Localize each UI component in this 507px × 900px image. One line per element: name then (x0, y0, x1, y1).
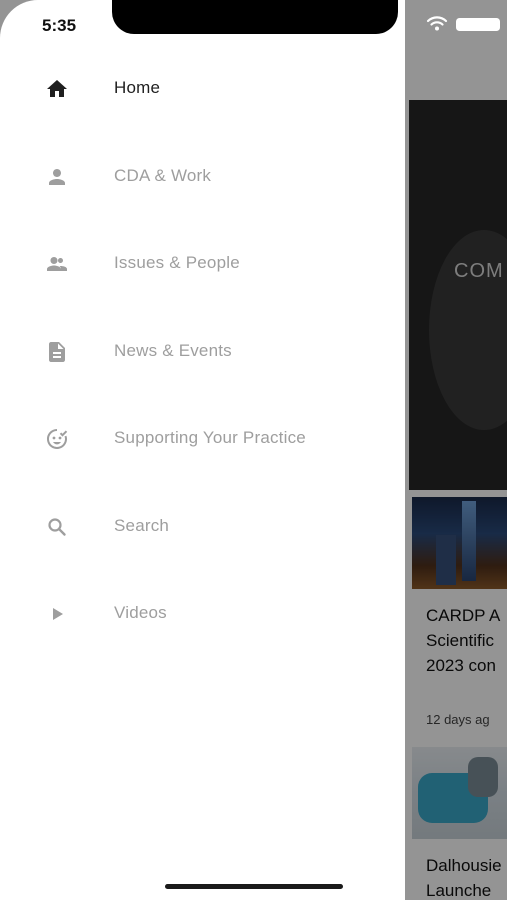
status-time: 5:35 (42, 16, 77, 35)
drawer-item-label: CDA & Work (114, 166, 212, 185)
drawer-item-label: Home (114, 78, 161, 97)
drawer-item-label: Search (114, 516, 170, 535)
drawer-item-label: Supporting Your Practice (114, 428, 306, 447)
drawer-item-supporting-practice[interactable]: Supporting Your Practice (0, 409, 405, 469)
face-check-icon (45, 427, 69, 451)
drawer-item-search[interactable]: Search (0, 497, 405, 557)
drawer-item-label: Issues & People (114, 253, 240, 272)
status-icons (425, 14, 505, 34)
home-icon (45, 77, 69, 101)
drawer-item-news-events[interactable]: News & Events (0, 322, 405, 382)
document-icon (45, 340, 69, 364)
drawer-item-home[interactable]: Home (0, 59, 405, 119)
drawer-item-cda-work[interactable]: CDA & Work (0, 147, 405, 207)
wifi-icon (426, 16, 448, 31)
device-notch (112, 0, 398, 34)
phone-screen: COM CARDP A Scientific 2023 con 12 days … (0, 0, 507, 900)
drawer-item-issues-people[interactable]: Issues & People (0, 234, 405, 294)
person-icon (45, 165, 69, 189)
drawer-item-label: News & Events (114, 341, 232, 360)
battery-icon (456, 18, 500, 31)
search-icon (45, 515, 69, 539)
play-icon (45, 602, 69, 626)
navigation-drawer: Home CDA & Work Issues & People News & E… (0, 0, 405, 900)
drawer-item-label: Videos (114, 603, 167, 622)
people-icon (45, 252, 69, 276)
drawer-item-videos[interactable]: Videos (0, 584, 405, 644)
home-indicator[interactable] (165, 884, 343, 889)
